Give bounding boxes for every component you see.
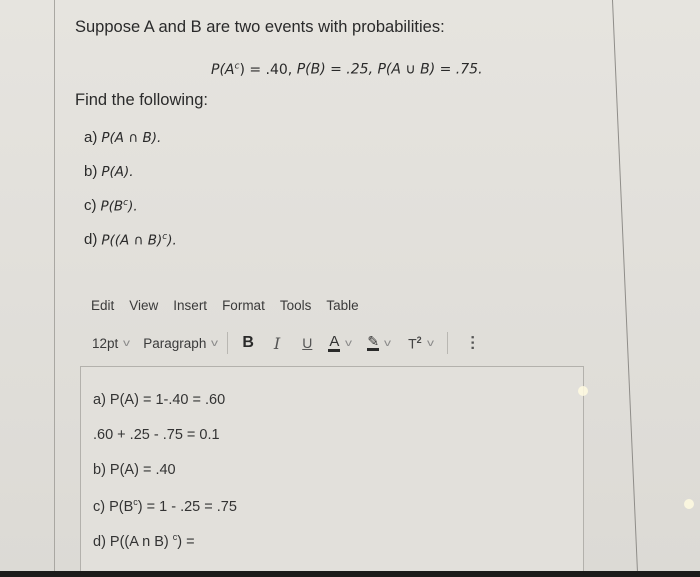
part-d: d) P((A ∩ B)c). [84,231,177,265]
left-border-line [54,0,55,572]
chevron-down-icon: v [384,337,392,349]
p-a-complement: P(Ac) = .40, [211,61,297,78]
part-expression: P(Bc). [100,197,138,215]
chevron-down-icon: v [211,337,219,349]
question-parts: a) P(A ∩ B). b) P(A). c) P(Bc). d) P((A … [84,129,177,265]
toolbar-divider [227,332,229,354]
superscript-icon: T2 [408,334,422,352]
question-intro: Suppose A and B are two events with prob… [75,18,445,36]
editor-content: a) P(A) = 1-.40 = .60 .60 + .25 - .75 = … [93,392,237,567]
underline-button[interactable]: U [302,335,312,351]
highlight-color-dropdown[interactable]: ✎ v [367,333,392,351]
p-a-union-b: P(A ∪ B) = .75. [377,61,483,78]
part-a: a) P(A ∩ B). [84,129,177,163]
part-expression: P((A ∩ B)c). [101,231,177,249]
part-label: b) [84,163,98,180]
editor-line: d) P((A n B) c) = [93,532,195,550]
menu-view[interactable]: View [129,298,158,313]
editor-menubar: Edit View Insert Format Tools Table [91,298,374,313]
menu-format[interactable]: Format [222,298,265,313]
font-size-value: 12pt [92,335,119,351]
part-expression: P(A). [101,164,134,180]
italic-button[interactable]: I [274,334,280,353]
superscript-dropdown[interactable]: T2 v [408,334,434,352]
find-label: Find the following: [75,91,208,109]
editor-toolbar: 12pt v Paragraph v B I U A v ✎ v T2 v ··… [92,332,481,354]
p-b: P(B) = .25, [296,61,378,78]
menu-edit[interactable]: Edit [91,298,114,313]
answer-editor[interactable]: a) P(A) = 1-.40 = .60 .60 + .25 - .75 = … [80,366,584,576]
part-c: c) P(Bc). [84,197,177,231]
editor-line: c) P(Bc) = 1 - .25 = .75 [93,497,237,515]
screen-glare [578,386,588,396]
editor-line: b) P(A) = .40 [93,462,176,478]
block-format-value: Paragraph [143,335,207,351]
part-label: c) [84,197,97,214]
menu-tools[interactable]: Tools [280,298,312,313]
font-size-dropdown[interactable]: 12pt v [92,335,131,351]
pen-highlight-icon: ✎ [367,333,380,351]
part-b: b) P(A). [84,163,177,197]
given-probabilities: P(Ac) = .40, P(B) = .25, P(A ∪ B) = .75. [211,61,483,78]
part-label: d) [84,231,98,248]
font-color-dropdown[interactable]: A v [328,332,353,352]
part-expression: P(A ∩ B). [101,130,162,146]
bold-button[interactable]: B [242,334,254,352]
chevron-down-icon: v [426,337,434,349]
chevron-down-icon: v [123,337,131,349]
menu-insert[interactable]: Insert [173,298,207,313]
more-vertical-icon[interactable]: ··· [464,335,481,351]
editor-line: a) P(A) = 1-.40 = .60 [93,392,226,408]
editor-line: .60 + .25 - .75 = 0.1 [93,427,220,443]
menu-table[interactable]: Table [326,298,358,313]
screen-glare [684,499,694,509]
font-color-icon: A [328,332,341,352]
screen-bezel [0,571,700,577]
chevron-down-icon: v [345,337,353,349]
toolbar-divider [446,332,448,354]
part-label: a) [84,129,98,146]
block-format-dropdown[interactable]: Paragraph v [143,335,219,351]
